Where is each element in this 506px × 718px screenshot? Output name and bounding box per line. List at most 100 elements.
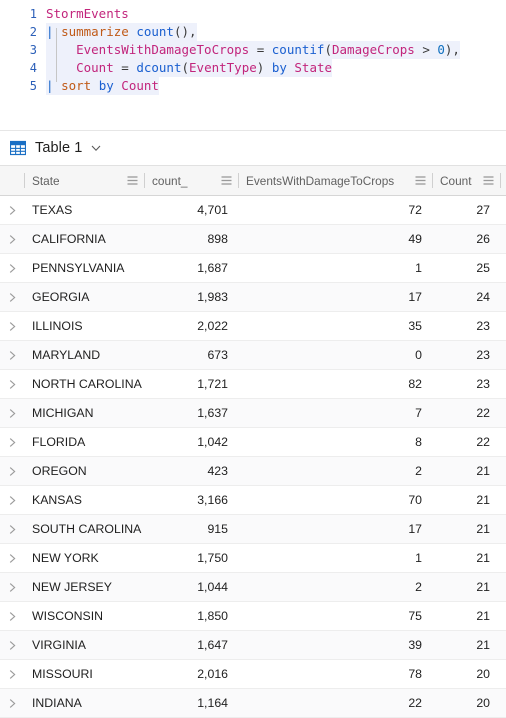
chevron-right-icon[interactable] xyxy=(7,466,18,477)
cell-count_: 2,022 xyxy=(197,319,228,333)
table-row[interactable]: PENNSYLVANIA 1,687 1 25 xyxy=(0,254,506,283)
code-line-4[interactable]: 4 Count = dcount(EventType) by State xyxy=(0,59,506,77)
column-menu-icon[interactable] xyxy=(415,176,426,185)
chevron-right-icon[interactable] xyxy=(7,437,18,448)
grid-body[interactable]: TEXAS 4,701 72 27 CALIFORNIA 898 49 26 PENNSYLVA… xyxy=(0,196,506,718)
row-expand-cell[interactable] xyxy=(0,544,24,572)
row-expand-cell[interactable] xyxy=(0,254,24,282)
code-lines-container[interactable]: 1 StormEvents 2 | summarize count(), 3 Event… xyxy=(0,5,506,95)
cell-count_: 2,016 xyxy=(197,667,228,681)
column-menu-icon[interactable] xyxy=(127,176,138,185)
cell-events: 0 xyxy=(415,348,422,362)
query-editor[interactable]: 1 StormEvents 2 | summarize count(), 3 Event… xyxy=(0,0,506,131)
row-expand-cell[interactable] xyxy=(0,486,24,514)
row-expand-cell[interactable] xyxy=(0,515,24,543)
chevron-right-icon[interactable] xyxy=(7,524,18,535)
table-row[interactable]: MARYLAND 673 0 23 xyxy=(0,341,506,370)
column-header-count[interactable]: Count xyxy=(432,166,500,195)
row-expand-cell[interactable] xyxy=(0,196,24,224)
code-line-2[interactable]: 2 | summarize count(), xyxy=(0,23,506,41)
row-expand-cell[interactable] xyxy=(0,399,24,427)
row-expand-cell[interactable] xyxy=(0,689,24,717)
column-header-state[interactable]: State xyxy=(24,166,144,195)
row-expand-cell[interactable] xyxy=(0,457,24,485)
cell-count: 21 xyxy=(476,609,490,623)
cell-state: NEW YORK xyxy=(32,551,99,565)
row-expand-cell[interactable] xyxy=(0,312,24,340)
chevron-right-icon[interactable] xyxy=(7,321,18,332)
row-expand-cell[interactable] xyxy=(0,573,24,601)
cell-state: GEORGIA xyxy=(32,290,90,304)
table-row[interactable]: CALIFORNIA 898 49 26 xyxy=(0,225,506,254)
row-expand-cell[interactable] xyxy=(0,602,24,630)
chevron-right-icon[interactable] xyxy=(7,379,18,390)
cell-state: CALIFORNIA xyxy=(32,232,106,246)
chevron-right-icon[interactable] xyxy=(7,553,18,564)
table-row[interactable]: FLORIDA 1,042 8 22 xyxy=(0,428,506,457)
cell-state: NEW JERSEY xyxy=(32,580,112,594)
table-row[interactable]: OREGON 423 2 21 xyxy=(0,457,506,486)
results-grid[interactable]: State count_ EventsWithDamageToCrops Cou… xyxy=(0,165,506,718)
chevron-right-icon[interactable] xyxy=(7,350,18,361)
row-expand-cell[interactable] xyxy=(0,428,24,456)
chevron-right-icon[interactable] xyxy=(7,669,18,680)
chevron-right-icon[interactable] xyxy=(7,263,18,274)
table-row[interactable]: WISCONSIN 1,850 75 21 xyxy=(0,602,506,631)
cell-count_: 4,701 xyxy=(197,203,228,217)
cell-count_: 1,044 xyxy=(197,580,228,594)
column-menu-icon[interactable] xyxy=(221,176,232,185)
table-row[interactable]: KANSAS 3,166 70 21 xyxy=(0,486,506,515)
row-expand-cell[interactable] xyxy=(0,370,24,398)
chevron-right-icon[interactable] xyxy=(7,234,18,245)
cell-count_: 1,983 xyxy=(197,290,228,304)
row-expand-cell[interactable] xyxy=(0,225,24,253)
table-row[interactable]: NEW JERSEY 1,044 2 21 xyxy=(0,573,506,602)
chevron-right-icon[interactable] xyxy=(7,698,18,709)
chevron-down-icon[interactable] xyxy=(90,142,102,154)
cell-state: NORTH CAROLINA xyxy=(32,377,142,391)
cell-count_: 1,164 xyxy=(197,696,228,710)
token-col: Count xyxy=(76,60,114,75)
token-op: = xyxy=(113,60,137,75)
table-row[interactable]: INDIANA 1,164 22 20 xyxy=(0,689,506,718)
chevron-right-icon[interactable] xyxy=(7,205,18,216)
code-line-3[interactable]: 3 EventsWithDamageToCrops = countif(Dama… xyxy=(0,41,506,59)
table-row[interactable]: NORTH CAROLINA 1,721 82 23 xyxy=(0,370,506,399)
chevron-right-icon[interactable] xyxy=(7,640,18,651)
token-op: (), xyxy=(173,24,197,39)
table-row[interactable]: GEORGIA 1,983 17 24 xyxy=(0,283,506,312)
column-header-count_[interactable]: count_ xyxy=(144,166,238,195)
row-expand-cell[interactable] xyxy=(0,660,24,688)
row-expand-cell[interactable] xyxy=(0,631,24,659)
cell-count: 22 xyxy=(476,435,490,449)
row-trailing-spacer xyxy=(500,428,506,456)
cell-events: 72 xyxy=(408,203,422,217)
code-line-5[interactable]: 5 | sort by Count xyxy=(0,77,506,95)
token-op xyxy=(91,78,99,93)
chevron-right-icon[interactable] xyxy=(7,495,18,506)
cell-count: 27 xyxy=(476,203,490,217)
token-pipe: | xyxy=(46,78,54,93)
cell-events: 70 xyxy=(408,493,422,507)
cell-count_: 423 xyxy=(207,464,228,478)
table-row[interactable]: ILLINOIS 2,022 35 23 xyxy=(0,312,506,341)
chevron-right-icon[interactable] xyxy=(7,408,18,419)
column-header-eventswithdamagetocrops[interactable]: EventsWithDamageToCrops xyxy=(238,166,432,195)
row-expand-cell[interactable] xyxy=(0,341,24,369)
chevron-right-icon[interactable] xyxy=(7,292,18,303)
cell-count: 21 xyxy=(476,464,490,478)
table-row[interactable]: VIRGINIA 1,647 39 21 xyxy=(0,631,506,660)
row-expand-cell[interactable] xyxy=(0,283,24,311)
table-row[interactable]: TEXAS 4,701 72 27 xyxy=(0,196,506,225)
cell-state: TEXAS xyxy=(32,203,73,217)
column-menu-icon[interactable] xyxy=(483,176,494,185)
chevron-right-icon[interactable] xyxy=(7,611,18,622)
table-row[interactable]: SOUTH CAROLINA 915 17 21 xyxy=(0,515,506,544)
code-line-1[interactable]: 1 StormEvents xyxy=(0,5,506,23)
table-row[interactable]: MICHIGAN 1,637 7 22 xyxy=(0,399,506,428)
token-col: EventsWithDamageToCrops xyxy=(76,42,250,57)
chevron-right-icon[interactable] xyxy=(7,582,18,593)
table-row[interactable]: NEW YORK 1,750 1 21 xyxy=(0,544,506,573)
table-row[interactable]: MISSOURI 2,016 78 20 xyxy=(0,660,506,689)
cell-count: 23 xyxy=(476,377,490,391)
